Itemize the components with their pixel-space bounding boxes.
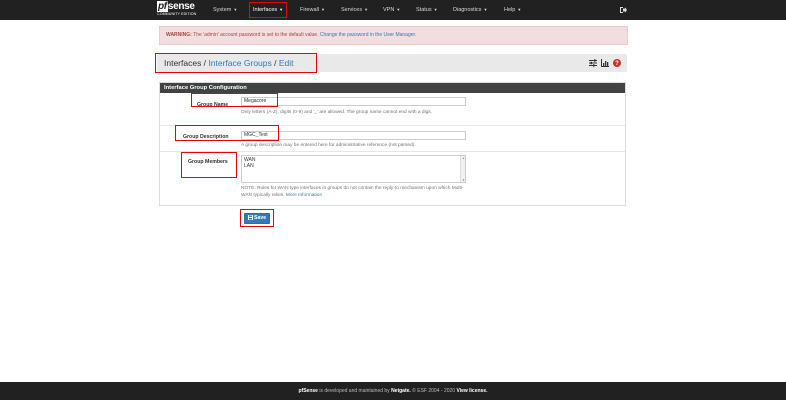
nav-help[interactable]: Help ▼ bbox=[501, 4, 524, 16]
nav-interfaces-highlight bbox=[249, 2, 287, 18]
panel-title: Interface Group Configuration bbox=[160, 83, 625, 93]
scroll-down-icon[interactable]: ▼ bbox=[461, 178, 466, 182]
scrollbar[interactable]: ▲ ▼ bbox=[460, 156, 465, 182]
logout-icon[interactable] bbox=[618, 5, 628, 15]
bar-chart-icon[interactable] bbox=[601, 59, 609, 67]
caret-down-icon: ▼ bbox=[517, 7, 522, 12]
footer-brand: pfSense bbox=[298, 388, 318, 394]
caret-down-icon: ▼ bbox=[364, 7, 369, 12]
more-information-link[interactable]: More Information bbox=[286, 193, 322, 198]
nav-system[interactable]: System ▼ bbox=[210, 4, 240, 16]
caret-down-icon: ▼ bbox=[320, 7, 325, 12]
help-icon[interactable]: ? bbox=[613, 59, 621, 67]
save-button-highlight bbox=[240, 209, 274, 227]
group-members-select[interactable]: WAN LAN ▲ ▼ bbox=[241, 155, 466, 183]
group-name-help: Only letters (A-Z), digits (0-9) and '_'… bbox=[241, 110, 433, 115]
nav-vpn[interactable]: VPN ▼ bbox=[380, 4, 403, 16]
nav-diagnostics[interactable]: Diagnostics ▼ bbox=[450, 4, 490, 16]
caret-down-icon: ▼ bbox=[433, 7, 438, 12]
logo-suffix: sense bbox=[167, 1, 195, 12]
default-password-warning: WARNING: The 'admin' account password is… bbox=[159, 26, 628, 45]
group-members-help: NOTE: Rules for WAN type interfaces in g… bbox=[241, 186, 464, 198]
nav-status[interactable]: Status ▼ bbox=[413, 4, 441, 16]
group-members-option[interactable]: LAN bbox=[244, 163, 463, 169]
view-license-link[interactable]: View license. bbox=[456, 388, 487, 394]
top-navbar: pfsense COMMUNITY EDITION System ▼ Interf… bbox=[0, 0, 786, 20]
svg-text:?: ? bbox=[615, 61, 619, 67]
change-password-link[interactable]: Change the password in the User Manager. bbox=[320, 32, 416, 38]
caret-down-icon: ▼ bbox=[396, 7, 401, 12]
pfsense-logo[interactable]: pfsense COMMUNITY EDITION bbox=[157, 1, 197, 18]
nav-firewall[interactable]: Firewall ▼ bbox=[297, 4, 328, 16]
scroll-up-icon[interactable]: ▲ bbox=[461, 156, 466, 160]
breadcrumb-highlight bbox=[155, 53, 317, 73]
group-description-help: A group description may be entered here … bbox=[241, 143, 416, 148]
logo-prefix: pf bbox=[157, 1, 168, 12]
group-name-highlight bbox=[191, 93, 278, 107]
group-description-highlight bbox=[175, 125, 279, 141]
warning-title: WARNING: bbox=[166, 32, 192, 38]
caret-down-icon: ▼ bbox=[483, 7, 488, 12]
netgate-link[interactable]: Netgate. bbox=[391, 388, 411, 394]
nav-services[interactable]: Services ▼ bbox=[338, 4, 371, 16]
footer: pfSense is developed and maintained by N… bbox=[0, 382, 786, 400]
group-members-highlight bbox=[181, 152, 237, 178]
logo-edition: COMMUNITY EDITION bbox=[157, 12, 197, 16]
caret-down-icon: ▼ bbox=[233, 7, 238, 12]
warning-text: The 'admin' account password is set to t… bbox=[191, 32, 320, 38]
sliders-icon[interactable] bbox=[589, 59, 597, 67]
